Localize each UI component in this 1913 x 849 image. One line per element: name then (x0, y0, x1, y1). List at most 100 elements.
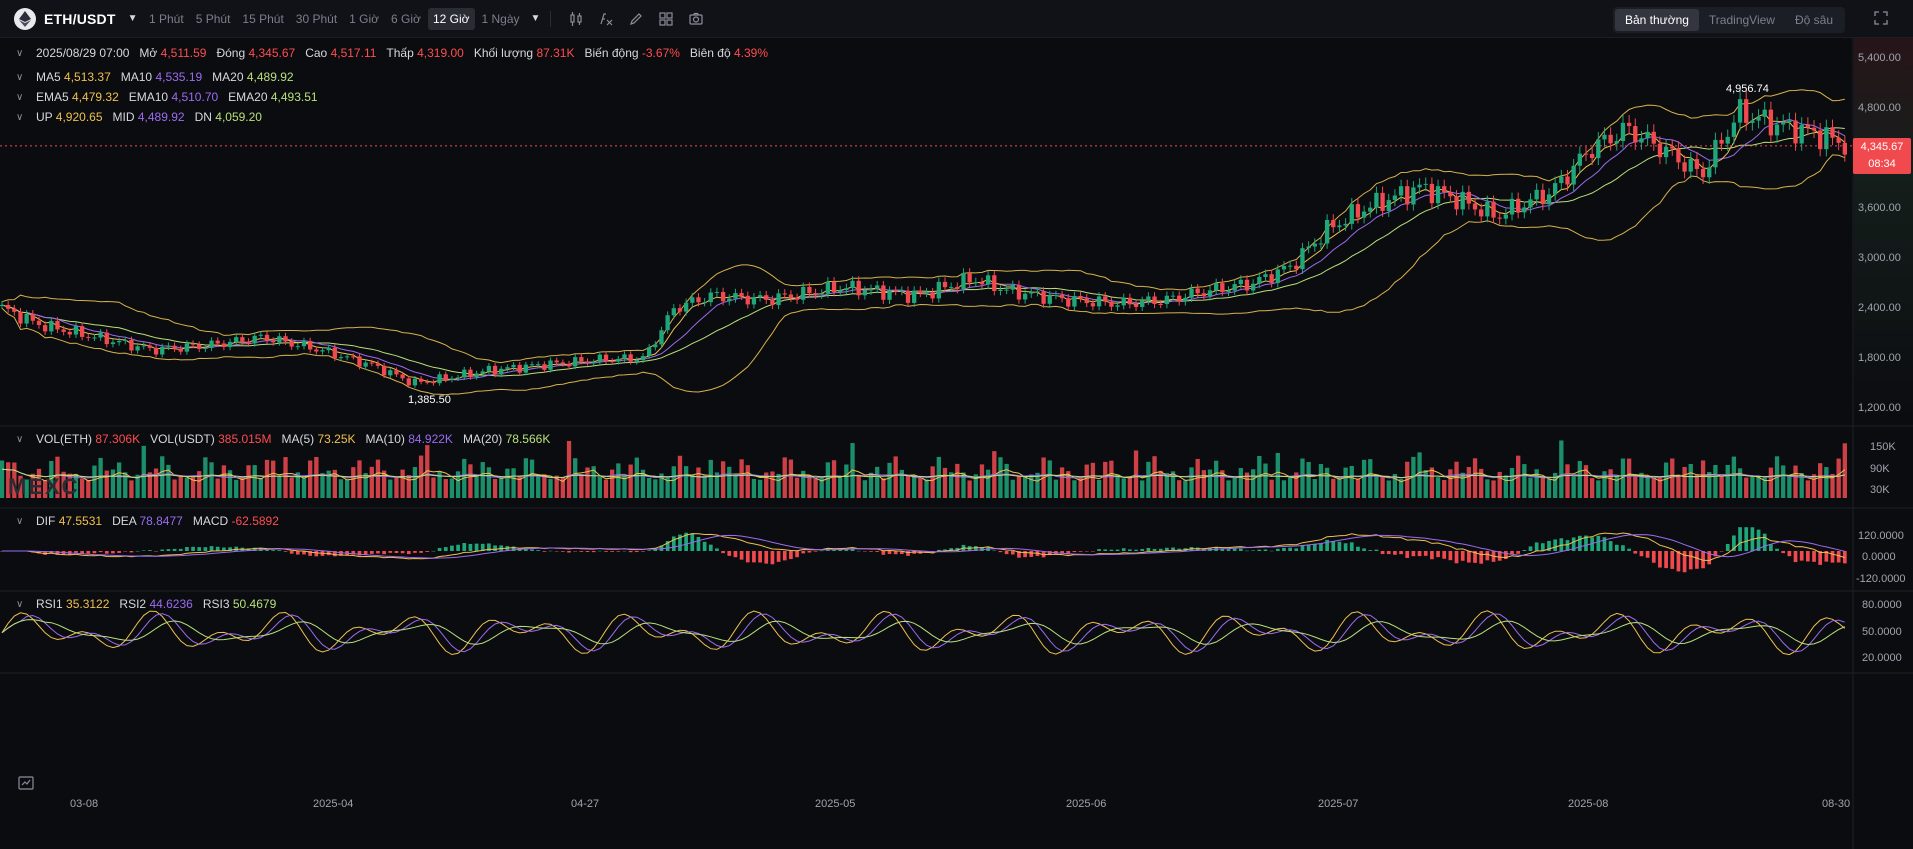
macd-histogram-bar (733, 551, 738, 558)
view-standard-button[interactable]: Bản thường (1614, 9, 1699, 31)
candle-body (406, 378, 411, 386)
interval-6h[interactable]: 6 Giờ (386, 8, 426, 30)
volume-bar (875, 466, 880, 498)
volume-bar (129, 480, 134, 498)
interval-12h[interactable]: 12 Giờ (427, 7, 475, 30)
volume-bar (1250, 469, 1256, 498)
interval-1h[interactable]: 1 Giờ (344, 8, 384, 30)
candle-body (905, 290, 911, 303)
change-label: Biến động (584, 46, 639, 60)
indicator-settings-icon[interactable] (18, 776, 36, 792)
candle-body (289, 341, 294, 347)
candle-body (1528, 199, 1533, 208)
chevron-down-icon[interactable]: ∨ (16, 48, 30, 59)
macd-histogram-bar (1029, 551, 1034, 557)
candle-body (942, 281, 948, 288)
macd-histogram-bar (1300, 545, 1305, 551)
candle-body (110, 342, 116, 345)
volume-bar (308, 460, 313, 498)
volume-bar (1546, 479, 1552, 498)
volume-bar (1688, 463, 1693, 498)
candle-body (1719, 139, 1724, 144)
macd-histogram-bar (271, 550, 276, 551)
candle-body (1787, 120, 1792, 123)
macd-histogram-bar (1023, 551, 1027, 558)
interval-5m[interactable]: 5 Phút (191, 8, 236, 30)
candle-body (79, 326, 85, 337)
macd-histogram-bar (166, 549, 171, 551)
volume-bar (1133, 450, 1139, 498)
chevron-down-icon[interactable]: ∨ (16, 112, 30, 123)
candle-body (1460, 191, 1465, 210)
candle-body (277, 336, 282, 343)
candle-body (203, 347, 208, 349)
close-value: 4,345.67 (248, 46, 296, 60)
volume-axis-label: 90K (1870, 463, 1890, 475)
layout-icon[interactable] (651, 6, 681, 32)
price-axis-label: 1,800.00 (1858, 352, 1901, 364)
macd-histogram-bar (585, 551, 590, 552)
volume-bar (794, 477, 800, 498)
macd-histogram-bar (394, 551, 399, 554)
candle-body (536, 364, 541, 366)
interval-more-chevron-icon[interactable]: ▼ (531, 13, 541, 24)
candle-body (86, 336, 91, 338)
candle-body (61, 329, 66, 332)
candle-body (166, 345, 171, 347)
volume-bar (727, 466, 732, 498)
candle-body (782, 293, 787, 295)
candle-body (209, 340, 214, 348)
volume-bar (1781, 465, 1786, 498)
price-axis-label: 5,400.00 (1858, 52, 1901, 64)
macd-histogram-bar (283, 551, 288, 552)
volume-bar (1577, 461, 1582, 498)
volume-bar (1522, 464, 1527, 498)
chevron-down-icon[interactable]: ∨ (16, 599, 30, 610)
chevron-down-icon[interactable]: ∨ (16, 516, 30, 527)
candle-body (1744, 99, 1749, 123)
candle-body (1608, 134, 1613, 144)
macd-histogram-bar (406, 551, 411, 555)
candle-body (1725, 136, 1730, 144)
volume-bar (1670, 458, 1675, 498)
candle-body (733, 293, 738, 299)
macd-histogram-bar (1793, 551, 1798, 563)
chevron-down-icon[interactable]: ▼ (128, 13, 138, 24)
fullscreen-icon[interactable] (1873, 10, 1891, 28)
macd-histogram-bar (1319, 543, 1323, 551)
candle-body (1170, 295, 1176, 297)
chevron-down-icon[interactable]: ∨ (16, 92, 30, 103)
chevron-down-icon[interactable]: ∨ (16, 72, 30, 83)
candle-body (42, 325, 48, 332)
volume-bar (1725, 464, 1730, 498)
candle-body (437, 374, 442, 384)
volume-bar (449, 478, 455, 498)
view-tradingview-button[interactable]: TradingView (1699, 9, 1785, 31)
candle-body (425, 381, 430, 383)
candle-settings-icon[interactable] (561, 6, 591, 32)
chevron-down-icon[interactable]: ∨ (16, 434, 30, 445)
candle-body (751, 297, 757, 305)
interval-30m[interactable]: 30 Phút (291, 8, 342, 30)
camera-icon[interactable] (681, 6, 711, 32)
symbol-selector[interactable]: ETH/USDT ▼ (0, 7, 140, 30)
volume-bar (603, 479, 609, 498)
candle-body (1497, 217, 1502, 219)
volume-bar (320, 473, 325, 498)
volume-bar (104, 470, 109, 498)
macd-histogram-bar (1121, 548, 1126, 551)
interval-1m[interactable]: 1 Phút (144, 8, 189, 30)
candle-body (542, 364, 547, 370)
macd-histogram-bar (1097, 549, 1101, 551)
volume-bar (1300, 458, 1305, 498)
chart-area[interactable]: MEXC ∨ 2025/08/29 07:00 Mở 4,511.59 Đóng… (0, 38, 1913, 849)
candle-body (190, 343, 196, 345)
view-depth-button[interactable]: Độ sâu (1785, 9, 1843, 31)
interval-15m[interactable]: 15 Phút (237, 8, 288, 30)
draw-icon[interactable] (621, 6, 651, 32)
interval-1d[interactable]: 1 Ngày (477, 8, 525, 30)
indicator-icon[interactable] (591, 6, 621, 32)
candle-body (104, 332, 109, 345)
volume-bar (92, 465, 97, 498)
candle-body (1435, 186, 1441, 204)
